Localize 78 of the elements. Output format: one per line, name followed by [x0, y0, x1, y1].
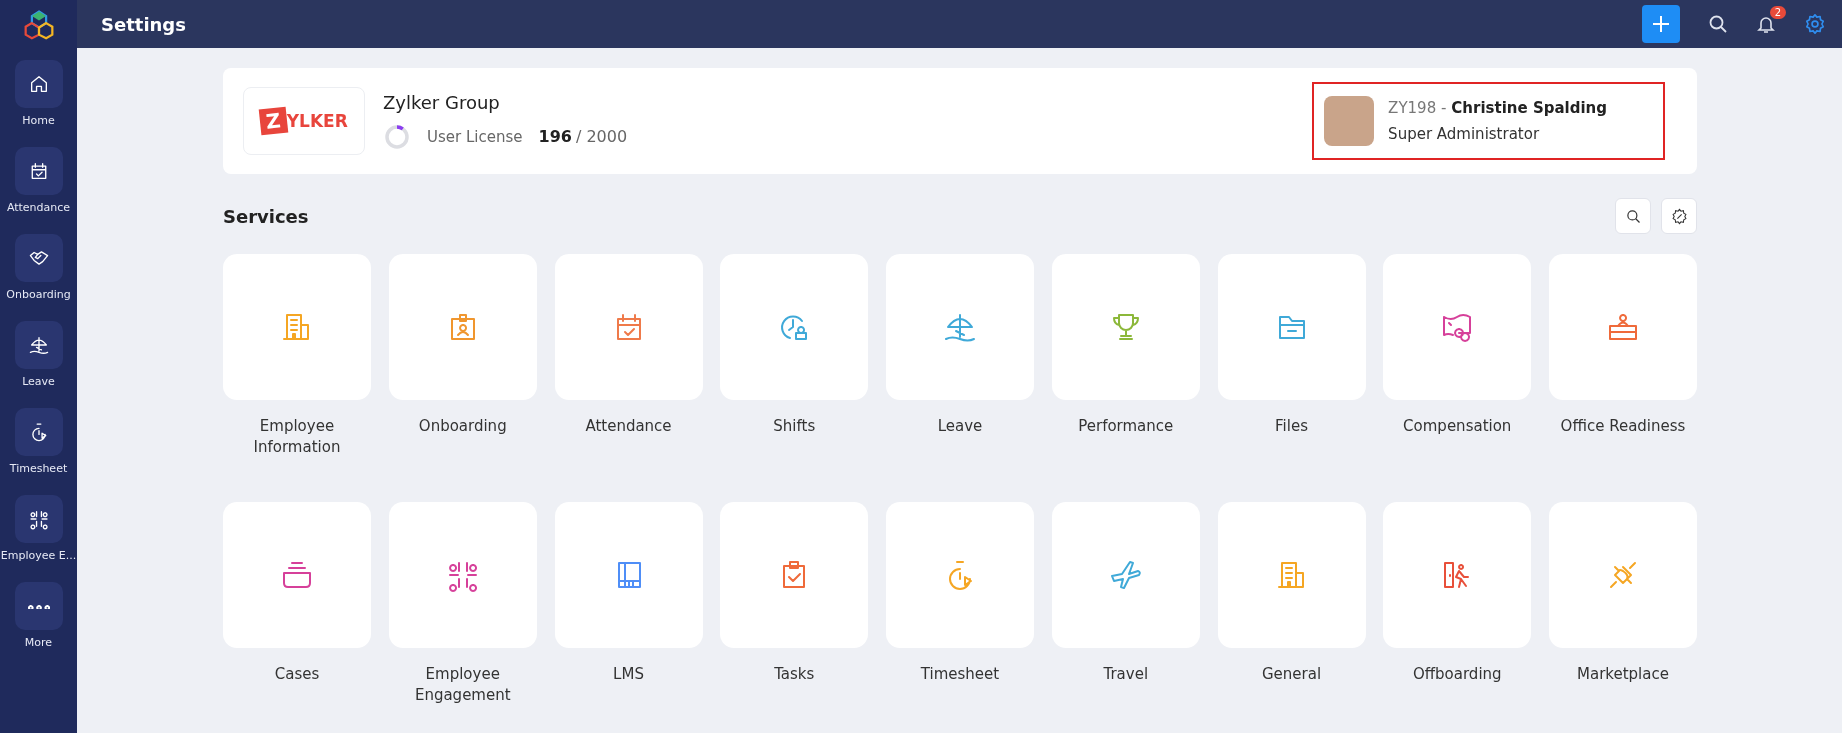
sidebar-nav-button[interactable] — [14, 60, 63, 108]
service-tile[interactable] — [1051, 254, 1200, 400]
app-logo-icon — [22, 8, 55, 40]
service-tile[interactable] — [1217, 254, 1366, 400]
plus-icon — [1651, 14, 1671, 34]
employee-name: Christine Spalding — [1451, 99, 1607, 117]
search-icon[interactable] — [1708, 14, 1728, 34]
sidebar-nav-button[interactable] — [14, 234, 63, 282]
service-tile[interactable] — [554, 502, 703, 648]
license-used: 196 — [538, 127, 572, 146]
license-total: / 2000 — [575, 127, 628, 146]
sidebar-nav-button[interactable] — [14, 582, 63, 630]
search-button[interactable] — [1615, 198, 1651, 234]
service-label[interactable]: Performance — [1050, 416, 1201, 437]
service-label[interactable]: LMS — [553, 664, 704, 685]
employee-role: Super Administrator — [1388, 125, 1541, 143]
nav-icon — [27, 334, 50, 356]
service-tile[interactable] — [223, 254, 371, 400]
service-label[interactable]: Attendance — [553, 416, 704, 437]
service-tile[interactable] — [1383, 502, 1532, 648]
page-title: Settings — [101, 13, 186, 35]
service-tile[interactable] — [1217, 502, 1366, 648]
service-tile[interactable] — [1051, 502, 1200, 648]
section-title: Services — [223, 205, 309, 227]
service-label[interactable]: General — [1216, 664, 1367, 685]
gear-icon — [1670, 207, 1688, 225]
sidebar-label[interactable]: Leave — [22, 375, 55, 388]
sidebar-nav-button[interactable] — [14, 408, 63, 456]
service-tile[interactable] — [223, 502, 371, 648]
notification-bell-icon[interactable] — [1756, 14, 1776, 34]
license-label: User License — [427, 127, 523, 146]
service-tile[interactable] — [886, 502, 1034, 648]
sidebar-nav-button[interactable] — [14, 495, 63, 543]
sidebar-label[interactable]: Employee E... — [0, 549, 77, 562]
search-icon — [1625, 208, 1641, 224]
service-tile[interactable] — [886, 254, 1034, 400]
sidebar-label[interactable]: More — [24, 636, 53, 649]
photo-placeholder — [1324, 96, 1375, 146]
service-label[interactable]: Cases — [222, 664, 372, 685]
add-button[interactable] — [1642, 5, 1680, 43]
sidebar-label[interactable]: Onboarding — [6, 288, 71, 301]
profile-panel[interactable]: ZY198 - Christine Spalding Super Administrator — [1312, 82, 1665, 160]
service-tile[interactable] — [388, 254, 537, 400]
sidebar-nav-button[interactable] — [14, 147, 63, 195]
service-label[interactable]: Marketplace — [1548, 664, 1698, 685]
service-label[interactable]: Tasks — [719, 664, 870, 685]
service-tile[interactable] — [1549, 502, 1697, 648]
service-label[interactable]: Timesheet — [885, 664, 1035, 685]
sidebar-label[interactable]: Attendance — [6, 201, 71, 214]
service-label[interactable]: Leave — [885, 416, 1035, 437]
sidebar-label[interactable]: Home — [22, 114, 55, 127]
sidebar-nav-button[interactable] — [14, 321, 63, 369]
sidebar-label[interactable]: Timesheet — [9, 462, 68, 475]
service-tile[interactable] — [720, 254, 869, 400]
employee-id: ZY198 - — [1388, 99, 1447, 117]
configure-button[interactable] — [1661, 198, 1697, 234]
service-label[interactable]: Employee Information — [222, 416, 372, 458]
service-label[interactable]: Shifts — [719, 416, 870, 437]
service-tile[interactable] — [720, 502, 869, 648]
service-tile[interactable] — [554, 254, 703, 400]
nav-icon — [27, 603, 50, 609]
logo-text: YLKER — [286, 111, 348, 131]
service-label[interactable]: Files — [1216, 416, 1367, 437]
license-usage-ring — [383, 122, 411, 151]
service-label[interactable]: Compensation — [1382, 416, 1533, 437]
nav-icon — [27, 508, 50, 530]
service-tile[interactable] — [1549, 254, 1697, 400]
settings-icon[interactable] — [1804, 13, 1826, 35]
service-label[interactable]: Travel — [1050, 664, 1201, 685]
service-tile[interactable] — [1383, 254, 1532, 400]
logo-letter: Z — [258, 106, 288, 136]
service-label[interactable]: Office Readiness — [1548, 416, 1698, 437]
organization-name: Zylker Group — [383, 91, 501, 113]
service-label[interactable]: Onboarding — [387, 416, 538, 437]
service-tile[interactable] — [388, 502, 537, 648]
notification-count-badge: 2 — [1769, 6, 1786, 19]
service-label[interactable]: Employee Engagement — [387, 664, 538, 706]
service-label[interactable]: Offboarding — [1382, 664, 1533, 685]
